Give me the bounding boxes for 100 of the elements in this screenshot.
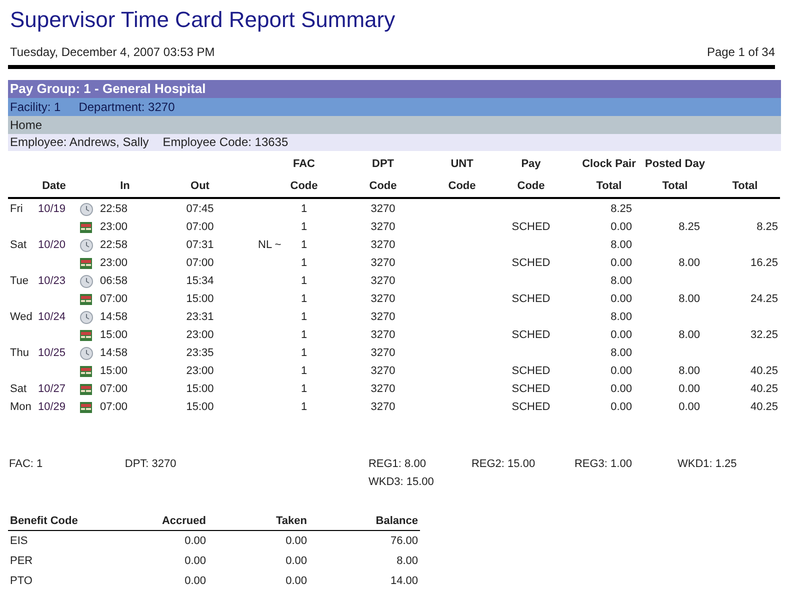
in-time-cell: 14:58	[100, 311, 128, 323]
posted-day-total-cell: 8.00	[678, 293, 700, 305]
in-time-cell: 15:00	[100, 365, 128, 377]
column-header: Posted Day	[645, 158, 705, 170]
schedule-icon	[80, 294, 92, 304]
employee-code: Employee Code: 13635	[162, 134, 288, 151]
hours-code-total: REG1: 8.00	[368, 458, 426, 470]
column-header: Date	[42, 180, 66, 192]
column-header: Out	[190, 180, 210, 192]
out-time-cell: 23:31	[186, 311, 214, 323]
report-title: Supervisor Time Card Report Summary	[9, 6, 396, 34]
date-cell: 10/23	[38, 275, 66, 287]
in-time-cell: 23:00	[100, 257, 128, 269]
accrued-cell: 0.00	[184, 535, 206, 547]
out-time-cell: 23:00	[186, 365, 214, 377]
clock-icon	[80, 310, 93, 324]
fac-code-cell: 1	[300, 239, 308, 251]
out-time-cell: 07:00	[186, 221, 214, 233]
column-header: Pay	[521, 158, 541, 170]
date-cell: 10/25	[38, 347, 66, 359]
fac-code-cell: 1	[300, 329, 308, 341]
total-cell: 40.25	[750, 383, 778, 395]
column-header: Total	[596, 180, 622, 192]
in-time-cell: 22:58	[100, 203, 128, 215]
hours-code-total: REG2: 15.00	[471, 458, 536, 470]
clock-pair-total-cell: 8.25	[610, 203, 632, 215]
day-cell: Thu	[10, 347, 29, 359]
column-header: Code	[517, 180, 545, 192]
taken-cell: 0.00	[286, 535, 307, 547]
schedule-icon	[80, 330, 92, 340]
out-time-cell: 15:00	[186, 383, 214, 395]
column-header: Total	[732, 180, 758, 192]
schedule-icon	[80, 384, 92, 394]
posted-day-total-cell: 8.00	[678, 257, 700, 269]
fac-code-cell: 1	[300, 365, 308, 377]
posted-day-total-cell: 8.00	[678, 329, 700, 341]
column-header: Accrued	[162, 515, 206, 527]
report-timestamp: Tuesday, December 4, 2007 03:53 PM	[9, 44, 215, 61]
fac-code-cell: 1	[300, 347, 308, 359]
clock-pair-total-cell: 8.00	[610, 239, 632, 251]
dpt-code-cell: 3270	[370, 401, 396, 413]
clock-pair-total-cell: 0.00	[610, 383, 632, 395]
facility-label: Facility: 1	[10, 99, 61, 116]
page-number: Page 1 of 34	[706, 44, 775, 61]
clock-pair-total-cell: 0.00	[610, 401, 632, 413]
clock-pair-total-cell: 0.00	[610, 329, 632, 341]
dpt-code-cell: 3270	[370, 329, 396, 341]
total-cell: 32.25	[750, 329, 778, 341]
fac-code-cell: 1	[300, 257, 308, 269]
column-header: FAC	[293, 158, 315, 170]
day-cell: Wed	[10, 311, 32, 323]
clock-icon	[80, 238, 93, 252]
hours-code-total: WKD1: 1.25	[677, 458, 737, 470]
taken-cell: 0.00	[286, 555, 307, 567]
schedule-icon	[80, 366, 92, 376]
in-time-cell: 07:00	[100, 293, 128, 305]
total-cell: 8.25	[756, 221, 778, 233]
accrued-cell: 0.00	[184, 575, 206, 587]
column-header: Code	[448, 180, 476, 192]
pay-code-cell: SCHED	[512, 365, 550, 377]
posted-day-total-cell: 8.00	[678, 365, 700, 377]
department-label: Department: 3270	[78, 99, 175, 116]
out-time-cell: 23:00	[186, 329, 214, 341]
column-header: UNT	[450, 158, 474, 170]
out-time-cell: 15:00	[186, 293, 214, 305]
posted-day-total-cell: 0.00	[678, 401, 700, 413]
posted-day-total-cell: 8.25	[678, 221, 700, 233]
clock-pair-total-cell: 0.00	[610, 365, 632, 377]
column-header: In	[120, 180, 130, 192]
clock-pair-total-cell: 0.00	[610, 221, 632, 233]
dpt-code-cell: 3270	[370, 293, 396, 305]
benefit-code-cell: EIS	[10, 535, 28, 547]
column-header: DPT	[372, 158, 394, 170]
clock-icon	[80, 274, 93, 288]
out-time-cell: 07:45	[186, 203, 214, 215]
note-cell: NL ~	[258, 239, 282, 251]
clock-pair-total-cell: 0.00	[610, 293, 632, 305]
accrued-cell: 0.00	[184, 555, 206, 567]
schedule-icon	[80, 402, 92, 412]
out-time-cell: 07:00	[186, 257, 214, 269]
clock-pair-total-cell: 8.00	[610, 347, 632, 359]
pay-code-cell: SCHED	[512, 329, 550, 341]
balance-cell: 76.00	[390, 535, 418, 547]
column-header: Taken	[276, 515, 307, 527]
balance-cell: 14.00	[390, 575, 418, 587]
clock-icon	[80, 346, 93, 360]
date-cell: 10/29	[38, 401, 66, 413]
summary-fac: FAC: 1	[9, 458, 43, 470]
column-header: Total	[662, 180, 688, 192]
clock-pair-total-cell: 8.00	[610, 311, 632, 323]
dpt-code-cell: 3270	[370, 347, 396, 359]
dpt-code-cell: 3270	[370, 383, 396, 395]
in-time-cell: 06:58	[100, 275, 128, 287]
date-cell: 10/20	[38, 239, 66, 251]
clock-pair-total-cell: 8.00	[610, 275, 632, 287]
summary-dpt: DPT: 3270	[124, 458, 176, 470]
dpt-code-cell: 3270	[370, 275, 396, 287]
column-header: Balance	[376, 515, 418, 527]
benefit-code-cell: PER	[10, 555, 33, 567]
pay-code-cell: SCHED	[512, 383, 550, 395]
